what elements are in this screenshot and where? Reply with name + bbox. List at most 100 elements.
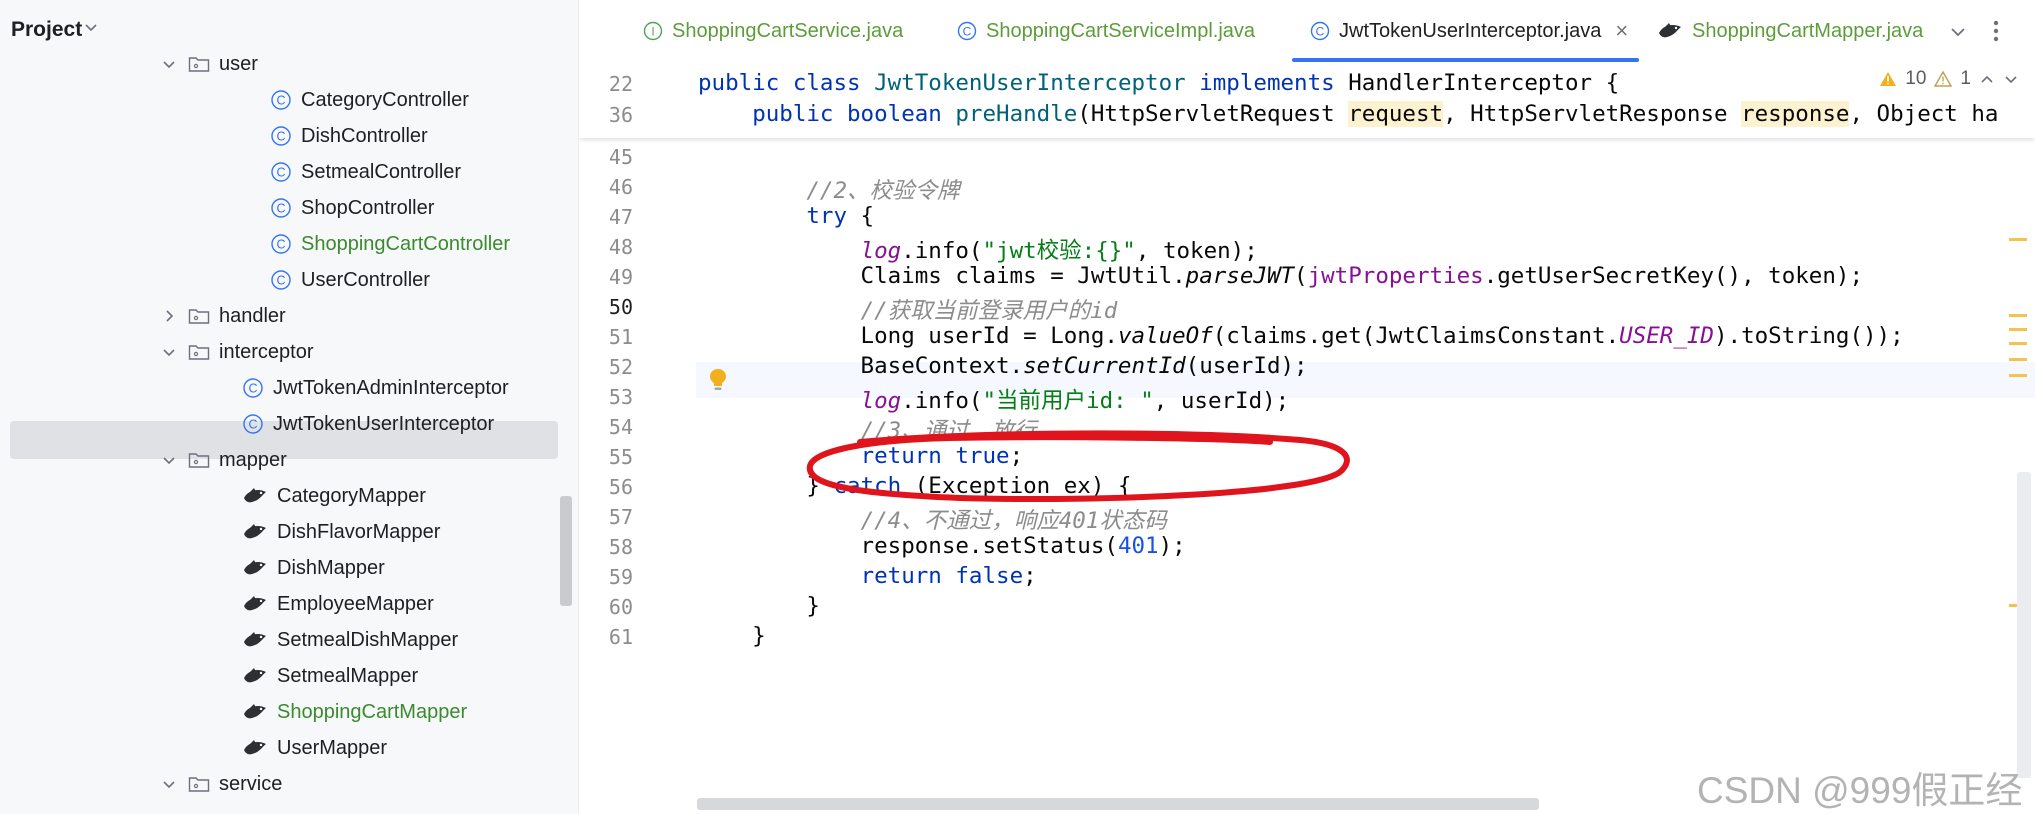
line-number[interactable]: 55	[579, 445, 633, 469]
line-number[interactable]: 50	[579, 295, 633, 319]
chevron-down-icon[interactable]	[84, 20, 98, 34]
line-number[interactable]: 57	[579, 505, 633, 529]
line-number[interactable]: 61	[579, 625, 633, 649]
svg-text:C: C	[276, 238, 285, 252]
code-line[interactable]: Claims claims = JwtUtil.parseJWT(jwtProp…	[698, 263, 1863, 289]
line-number[interactable]: 45	[579, 145, 633, 169]
chevron-right-icon[interactable]	[162, 309, 176, 323]
class-icon: C	[243, 414, 263, 434]
mybatis-icon	[244, 668, 266, 683]
code-line[interactable]: }	[698, 623, 766, 649]
svg-text:C: C	[276, 166, 285, 180]
tree-item-shoppingcartmapper[interactable]: ShoppingCartMapper	[242, 695, 467, 729]
svg-text:C: C	[248, 382, 257, 396]
line-number[interactable]: 59	[579, 565, 633, 589]
editor-tab-bar: I ShoppingCartService.java C ShoppingCar…	[579, 0, 2035, 63]
code-line[interactable]: log.info("当前用户id: ", userId);	[698, 383, 1290, 415]
sticky-line-number[interactable]: 36	[579, 103, 633, 127]
tree-item-interceptor[interactable]: interceptor	[162, 335, 314, 369]
sticky-code-line[interactable]: public class JwtTokenUserInterceptor imp…	[698, 70, 1619, 96]
line-number[interactable]: 47	[579, 205, 633, 229]
line-number[interactable]: 53	[579, 385, 633, 409]
tree-item-label: SetmealMapper	[277, 664, 419, 687]
lightbulb-icon[interactable]	[708, 367, 728, 393]
mybatis-icon	[244, 488, 266, 503]
tree-item-categorycontroller[interactable]: C CategoryController	[270, 83, 469, 117]
tab-shoppingcartmapper[interactable]: ShoppingCartMapper.java	[1657, 0, 1923, 62]
chevron-down-icon[interactable]	[162, 57, 176, 71]
code-line[interactable]: log.info("jwt校验:{}", token);	[698, 233, 1258, 265]
tree-item-shoppingcartcontroller[interactable]: C ShoppingCartController	[270, 227, 510, 261]
tree-item-service[interactable]: service	[162, 767, 282, 801]
line-number[interactable]: 49	[579, 265, 633, 289]
class-icon: C	[243, 378, 263, 398]
tree-item-dishcontroller[interactable]: C DishController	[270, 119, 428, 153]
tree-item-setmealmapper[interactable]: SetmealMapper	[242, 659, 418, 693]
tree-item-setmealdishmapper[interactable]: SetmealDishMapper	[242, 623, 458, 657]
line-number[interactable]: 48	[579, 235, 633, 259]
sticky-line-number[interactable]: 22	[579, 72, 633, 96]
tab-jwttokenuserinterceptor[interactable]: C JwtTokenUserInterceptor.java ×	[1310, 0, 1628, 62]
line-number[interactable]: 46	[579, 175, 633, 199]
tree-item-shopcontroller[interactable]: C ShopController	[270, 191, 434, 225]
code-line[interactable]: //2、校验令牌	[698, 173, 959, 205]
tree-item-employeemapper[interactable]: EmployeeMapper	[242, 587, 434, 621]
tree-item-user[interactable]: user	[162, 47, 258, 81]
tree-item-label: mapper	[219, 448, 287, 471]
chevron-down-icon[interactable]	[162, 777, 176, 791]
more-vertical-icon[interactable]	[1992, 19, 2000, 43]
package-folder-icon	[188, 345, 210, 360]
tree-item-usercontroller[interactable]: C UserController	[270, 263, 430, 297]
tree-item-dishflavormapper[interactable]: DishFlavorMapper	[242, 515, 440, 549]
tree-item-label: DishFlavorMapper	[277, 520, 441, 543]
horizontal-scrollbar[interactable]	[697, 798, 1539, 810]
tree-item-mapper[interactable]: mapper	[162, 443, 287, 477]
line-number[interactable]: 51	[579, 325, 633, 349]
tree-item-setmealcontroller[interactable]: C SetmealController	[270, 155, 461, 189]
line-number[interactable]: 56	[579, 475, 633, 499]
weak-warnings-count: 1	[1960, 68, 1971, 89]
tree-item-jwttokenadmininterceptor[interactable]: C JwtTokenAdminInterceptor	[242, 371, 509, 405]
chevron-down-icon[interactable]	[162, 453, 176, 467]
tree-item-usermapper[interactable]: UserMapper	[242, 731, 387, 765]
tree-item-dishmapper[interactable]: DishMapper	[242, 551, 385, 585]
inspection-widget[interactable]: 10 1	[1879, 68, 2019, 90]
tree-item-label: CategoryController	[301, 88, 469, 111]
chevron-down-icon[interactable]	[2003, 71, 2019, 87]
line-number[interactable]: 54	[579, 415, 633, 439]
package-folder-icon	[188, 309, 210, 324]
package-folder-icon	[188, 777, 210, 792]
code-line[interactable]: try {	[698, 203, 874, 229]
chevron-down-icon[interactable]	[1950, 24, 1966, 40]
code-line[interactable]: }	[698, 593, 820, 619]
tree-item-label: ShopController	[301, 196, 435, 219]
line-number[interactable]: 52	[579, 355, 633, 379]
tree-item-categorymapper[interactable]: CategoryMapper	[242, 479, 426, 513]
chevron-up-icon[interactable]	[1979, 71, 1995, 87]
tree-item-label: SetmealController	[301, 160, 462, 183]
tab-shoppingcartserviceimpl[interactable]: C ShoppingCartServiceImpl.java	[957, 0, 1255, 62]
code-line[interactable]: Long userId = Long.valueOf(claims.get(Jw…	[698, 323, 1904, 349]
chevron-down-icon[interactable]	[162, 345, 176, 359]
svg-text:C: C	[963, 25, 972, 39]
tree-item-handler[interactable]: handler	[162, 299, 286, 333]
code-line[interactable]: return false;	[698, 563, 1037, 589]
svg-text:C: C	[276, 274, 285, 288]
tree-item-jwttokenuserinterceptor[interactable]: C JwtTokenUserInterceptor	[242, 407, 494, 441]
code-line[interactable]: //获取当前登录用户的id	[698, 293, 1118, 325]
line-number[interactable]: 60	[579, 595, 633, 619]
sticky-code-line[interactable]: public boolean preHandle(HttpServletRequ…	[698, 101, 1998, 127]
close-icon[interactable]: ×	[1615, 18, 1628, 44]
class-icon: C	[271, 126, 291, 146]
code-line[interactable]: response.setStatus(401);	[698, 533, 1186, 559]
line-number[interactable]: 58	[579, 535, 633, 559]
warnings-count: 10	[1905, 68, 1927, 89]
tree-item-label: interceptor	[219, 340, 314, 363]
tree-scrollbar[interactable]	[560, 496, 572, 606]
project-title[interactable]: Project	[11, 18, 82, 42]
vertical-scrollbar[interactable]	[2017, 472, 2031, 778]
class-icon: C	[271, 270, 291, 290]
code-line[interactable]: BaseContext.setCurrentId(userId);	[698, 353, 1308, 379]
tab-shoppingcartservice[interactable]: I ShoppingCartService.java	[643, 0, 903, 62]
svg-text:C: C	[248, 418, 257, 432]
